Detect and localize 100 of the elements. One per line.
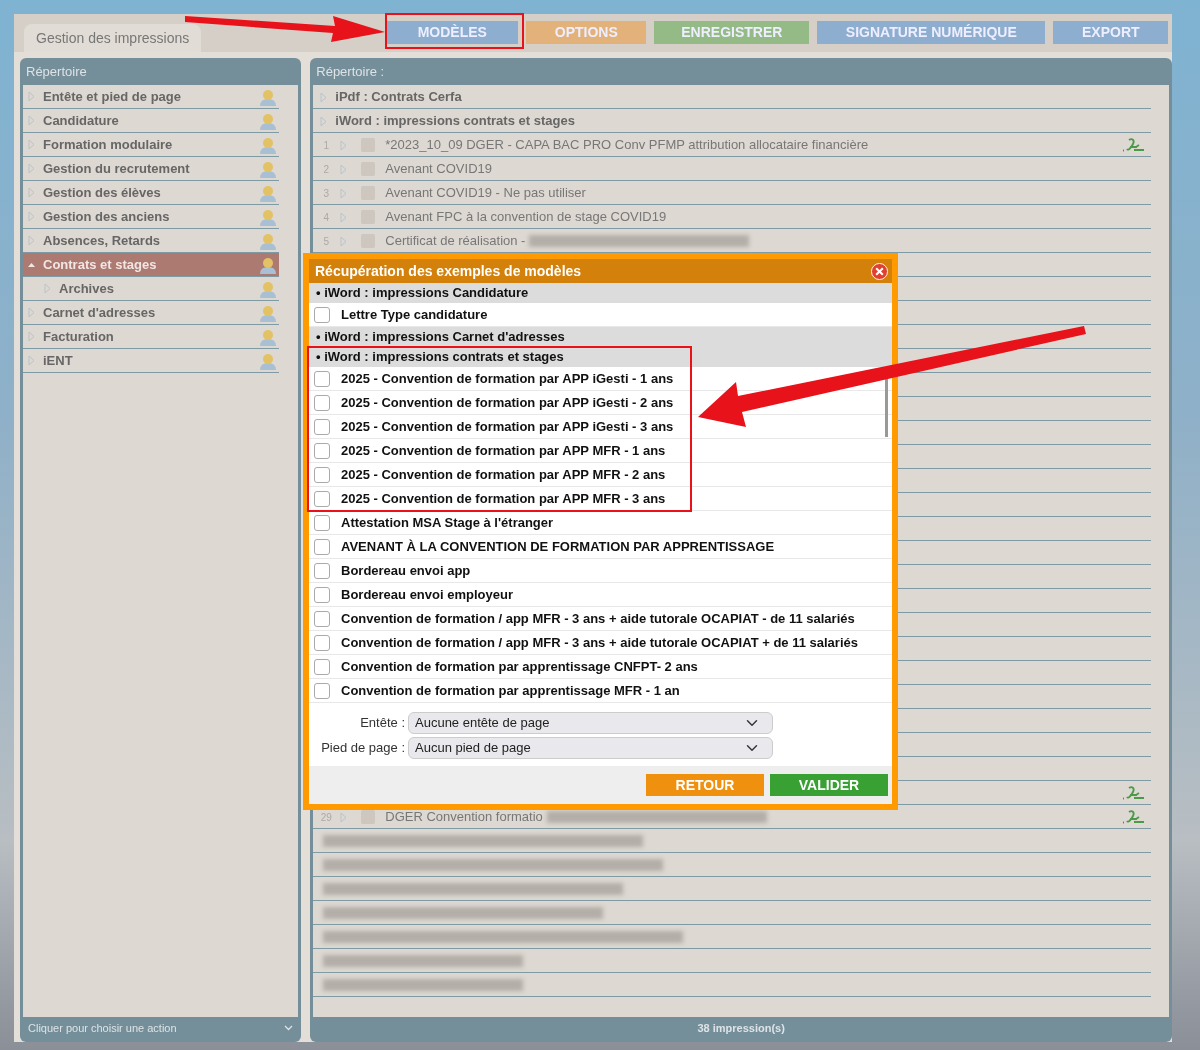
person-icon (259, 159, 277, 178)
option-label: 2025 - Convention de formation par APP MFR - 1 ans (341, 441, 666, 460)
sidebar-item[interactable]: Entête et pied de page (23, 85, 279, 109)
sidebar-item[interactable]: Carnet d'adresses (23, 301, 279, 325)
dropdown-field[interactable]: Aucune entête de page (408, 712, 773, 734)
toolbar-button[interactable]: SIGNATURE NUMÉRIQUE (817, 21, 1046, 44)
option-label: Lettre Type candidature (341, 305, 488, 324)
sidebar-item[interactable]: Contrats et stages (23, 253, 279, 277)
expand-icon[interactable] (27, 331, 36, 342)
group-label[interactable]: iPdf : Contrats Cerfa (335, 87, 462, 107)
person-icon (259, 231, 277, 250)
expand-icon[interactable] (339, 811, 349, 823)
count-label: 38 impression(s) (697, 1020, 785, 1036)
option-label: Bordereau envoi app (341, 561, 471, 580)
option-label: Convention de formation / app MFR - 3 ans + aide tutorale OCAPIAT + de 11 salariés (341, 633, 858, 652)
expand-icon[interactable] (27, 211, 36, 222)
expand-icon[interactable] (27, 115, 36, 126)
expand-icon[interactable] (43, 283, 52, 294)
checkbox[interactable] (314, 610, 330, 627)
option-label: Convention de formation par apprentissage MFR - 1 an (341, 681, 680, 700)
expand-icon[interactable] (339, 139, 349, 151)
field-label: Pied de page : (320, 739, 406, 758)
toolbar-button[interactable]: ENREGISTRER (654, 21, 810, 44)
option-label: 2025 - Convention de formation par APP iGesti - 1 ans (341, 369, 674, 388)
sidebar-item[interactable]: Formation modulaire (23, 133, 279, 157)
toolbar-button[interactable]: EXPORT (1053, 21, 1169, 44)
sidebar-item[interactable]: Gestion du recrutement (23, 157, 279, 181)
expand-icon[interactable] (27, 307, 36, 318)
checkbox[interactable] (314, 538, 330, 555)
checkbox[interactable] (314, 306, 330, 323)
row-title[interactable]: *2023_10_09 DGER - CAPA BAC PRO Conv PFMP attribution allocataire financière (385, 135, 869, 155)
person-icon (259, 135, 277, 154)
checkbox[interactable] (314, 442, 330, 459)
person-icon (259, 183, 277, 202)
checkbox[interactable] (314, 682, 330, 699)
group-heading: • iWord : impressions Candidature (309, 283, 892, 303)
expand-icon[interactable] (339, 211, 349, 223)
person-icon (259, 255, 277, 274)
expand-icon[interactable] (27, 235, 36, 246)
row-title[interactable]: Avenant COVID19 - Ne pas utiliser (385, 183, 586, 203)
action-select[interactable]: Cliquer pour choisir une action (23, 1017, 299, 1039)
checkbox[interactable] (314, 490, 330, 507)
signature-icon[interactable] (1121, 785, 1146, 801)
option-label: 2025 - Convention de formation par APP iGesti - 2 ans (341, 393, 674, 412)
option-label: 2025 - Convention de formation par APP iGesti - 3 ans (341, 417, 674, 436)
expand-icon[interactable] (27, 91, 36, 102)
checkbox[interactable] (314, 586, 330, 603)
sidebar-item[interactable]: Candidature (23, 109, 279, 133)
expand-icon[interactable] (339, 187, 349, 199)
person-icon (259, 87, 277, 106)
checkbox[interactable] (314, 514, 330, 531)
field-label: Entête : (359, 714, 406, 733)
group-label[interactable]: iWord : impressions contrats et stages (335, 111, 575, 131)
checkbox[interactable] (314, 466, 330, 483)
confirm-button[interactable]: VALIDER (770, 774, 888, 796)
sidebar-item[interactable]: iENT (23, 349, 279, 373)
checkbox[interactable] (314, 562, 330, 579)
option-label: Convention de formation par apprentissage CNFPT- 2 ans (341, 657, 698, 676)
scrollbar-thumb[interactable] (885, 379, 888, 437)
checkbox[interactable] (314, 634, 330, 651)
group-heading: • iWord : impressions Carnet d'adresses (309, 327, 892, 347)
sidebar-item[interactable]: Gestion des élèves (23, 181, 279, 205)
person-icon (259, 327, 277, 346)
chevron-icon (284, 1025, 294, 1031)
expand-icon[interactable] (319, 91, 329, 103)
expand-icon[interactable] (27, 163, 36, 174)
signature-icon[interactable] (1121, 137, 1146, 153)
dialog-title: Récupération des exemples de modèles (315, 261, 582, 281)
checkbox[interactable] (314, 394, 330, 411)
expand-icon[interactable] (27, 187, 36, 198)
panel-title: Répertoire (25, 63, 88, 81)
toolbar-button[interactable]: MODÈLES (386, 21, 519, 44)
sidebar-item[interactable]: Archives (23, 277, 279, 301)
option-label: 2025 - Convention de formation par APP MFR - 2 ans (341, 465, 666, 484)
option-label: Convention de formation / app MFR - 3 ans + aide tutorale OCAPIAT - de 11 salariés (341, 609, 855, 628)
row-title[interactable]: Avenant FPC à la convention de stage COVID19 (385, 207, 667, 227)
row-title[interactable]: DGER Convention formatio (385, 807, 543, 827)
option-label: 2025 - Convention de formation par APP MFR - 3 ans (341, 489, 666, 508)
expand-icon[interactable] (339, 163, 349, 175)
expand-icon[interactable] (27, 355, 36, 366)
row-title[interactable]: Avenant COVID19 (385, 159, 492, 179)
signature-icon[interactable] (1121, 809, 1146, 825)
person-icon (259, 351, 277, 370)
checkbox[interactable] (314, 370, 330, 387)
expand-icon[interactable] (339, 235, 349, 247)
row-title[interactable]: Certificat de réalisation - (385, 231, 526, 251)
option-label: Bordereau envoi employeur (341, 585, 513, 604)
window-tab[interactable]: Gestion des impressions (24, 24, 202, 52)
row-checkbox[interactable] (361, 810, 376, 824)
checkbox[interactable] (314, 658, 330, 675)
back-button[interactable]: RETOUR (646, 774, 764, 796)
checkbox[interactable] (314, 418, 330, 435)
expand-icon[interactable] (27, 139, 36, 150)
sidebar-item[interactable]: Gestion des anciens (23, 205, 279, 229)
expand-icon[interactable] (319, 115, 329, 127)
close-icon[interactable] (871, 262, 888, 280)
group-heading: • iWord : impressions contrats et stages (309, 347, 892, 367)
dropdown-field[interactable]: Aucun pied de page (408, 737, 773, 759)
panel-title: Répertoire : (315, 63, 386, 81)
sidebar-item[interactable]: Facturation (23, 325, 279, 349)
